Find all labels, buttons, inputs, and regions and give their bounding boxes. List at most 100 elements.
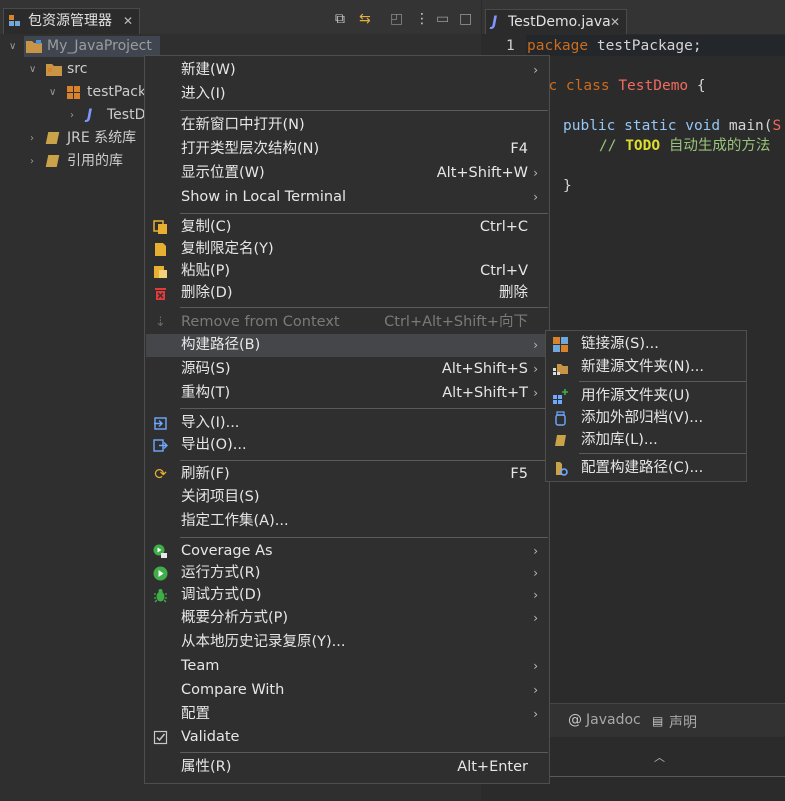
- chevron-down-icon[interactable]: ∨: [49, 82, 56, 104]
- chevron-down-icon[interactable]: ∨: [9, 36, 16, 58]
- line-number: 1: [506, 38, 515, 54]
- menu-item-go-into[interactable]: 进入(I): [146, 83, 548, 106]
- menu-item-show-in[interactable]: 显示位置(W) Alt+Shift+W ›: [146, 162, 548, 185]
- menu-item-configure[interactable]: 配置 ›: [146, 703, 548, 726]
- code-line-1[interactable]: package testPackage;: [527, 36, 702, 56]
- tree-item-project[interactable]: ∨ My_JavaProject: [0, 35, 481, 57]
- menu-item-validate[interactable]: Validate: [146, 726, 548, 749]
- submenu-item-new-source-folder[interactable]: 新建源文件夹(N)...: [547, 356, 745, 378]
- menu-separator: [180, 110, 548, 111]
- use-as-source-folder-icon: [553, 389, 568, 404]
- chevron-right-icon: ›: [533, 338, 538, 352]
- code-line-3[interactable]: lic class TestDemo {: [531, 76, 706, 96]
- close-tab-icon[interactable]: ✕: [123, 9, 133, 33]
- chevron-right-icon: ›: [533, 683, 538, 697]
- editor-tab-title: TestDemo.java: [508, 14, 611, 30]
- menu-item-delete[interactable]: 删除(D) 删除: [146, 282, 548, 305]
- submenu-item-link-source[interactable]: 链接源(S)...: [547, 333, 745, 355]
- menu-item-refactor[interactable]: 重构(T) Alt+Shift+T ›: [146, 382, 548, 405]
- tab-testdemo-java[interactable]: J TestDemo.java ✕: [485, 9, 627, 34]
- submenu-item-add-external-archives[interactable]: 添加外部归档(V)...: [547, 407, 745, 429]
- export-icon: [153, 438, 168, 453]
- menu-separator: [180, 307, 548, 308]
- package-icon: [67, 86, 80, 99]
- source-folder-icon: [46, 64, 62, 76]
- menu-item-export[interactable]: 导出(O)...: [146, 434, 548, 457]
- checkbox-icon: [153, 730, 168, 745]
- submenu-item-add-libraries[interactable]: 添加库(L)...: [547, 429, 745, 451]
- tree-label: TestD: [107, 107, 146, 123]
- code-line-5[interactable]: public static void main(S: [563, 116, 781, 136]
- code-line-6[interactable]: // TODO 自动生成的方法: [599, 136, 770, 156]
- menu-separator: [180, 213, 548, 214]
- menu-item-refresh[interactable]: ⟳ 刷新(F) F5: [146, 463, 548, 486]
- tree-label: 引用的库: [67, 153, 123, 169]
- menu-item-build-path[interactable]: 构建路径(B) ›: [146, 334, 548, 357]
- menu-item-new[interactable]: 新建(W) ›: [146, 59, 548, 82]
- chevron-right-icon: ›: [533, 63, 538, 77]
- tree-label: My_JavaProject: [47, 38, 152, 54]
- tab-declaration[interactable]: 声明: [669, 712, 697, 732]
- javadoc-at-icon: @: [568, 712, 582, 728]
- tab-package-explorer[interactable]: 包资源管理器 ✕: [3, 8, 140, 34]
- menu-item-assign-working-sets[interactable]: 指定工作集(A)...: [146, 510, 548, 533]
- menu-separator: [579, 381, 746, 382]
- chevron-right-icon[interactable]: ›: [30, 151, 34, 173]
- menu-item-open-in-new-window[interactable]: 在新窗口中打开(N): [146, 114, 548, 137]
- menu-item-team[interactable]: Team ›: [146, 655, 548, 678]
- menu-item-paste[interactable]: 粘贴(P) Ctrl+V: [146, 260, 548, 283]
- explorer-tab-title: 包资源管理器: [28, 13, 112, 29]
- copy-qualified-name-icon: [153, 242, 168, 257]
- coverage-icon: [153, 544, 168, 559]
- maximize-icon[interactable]: □: [459, 12, 472, 26]
- menu-separator: [579, 453, 746, 454]
- submenu-item-configure-build-path[interactable]: 配置构建路径(C)...: [547, 457, 745, 479]
- menu-item-close-project[interactable]: 关闭项目(S): [146, 486, 548, 509]
- menu-item-debug-as[interactable]: 调试方式(D) ›: [146, 584, 548, 607]
- menu-item-restore-from-local-history[interactable]: 从本地历史记录复原(Y)...: [146, 631, 548, 654]
- chevron-right-icon[interactable]: ›: [70, 105, 74, 127]
- chevron-up-icon[interactable]: ︿: [654, 749, 665, 765]
- chevron-right-icon: ›: [533, 707, 538, 721]
- menu-item-coverage-as[interactable]: Coverage As ›: [146, 540, 548, 563]
- view-menu-icon[interactable]: ⋮: [415, 12, 429, 26]
- context-menu: 新建(W) › 进入(I) 在新窗口中打开(N) 打开类型层次结构(N) F4 …: [144, 55, 550, 784]
- chevron-right-icon[interactable]: ›: [30, 128, 34, 150]
- link-source-icon: [553, 337, 568, 352]
- declaration-icon: ▤: [652, 714, 664, 728]
- submenu-item-use-as-source-folder[interactable]: 用作源文件夹(U): [547, 385, 745, 407]
- menu-item-profile-as[interactable]: 概要分析方式(P) ›: [146, 607, 548, 630]
- menu-separator: [180, 408, 548, 409]
- menu-item-import[interactable]: 导入(I)...: [146, 412, 548, 435]
- menu-item-remove-from-context: ⇣ Remove from Context Ctrl+Alt+Shift+向下: [146, 311, 548, 334]
- close-tab-icon[interactable]: ✕: [610, 10, 620, 34]
- java-file-icon: J: [87, 107, 93, 123]
- menu-item-show-in-local-terminal[interactable]: Show in Local Terminal ›: [146, 186, 548, 209]
- project-folder-icon: [26, 40, 42, 53]
- library-icon: [553, 433, 568, 448]
- menu-item-source[interactable]: 源码(S) Alt+Shift+S ›: [146, 358, 548, 381]
- menu-item-copy-qualified-name[interactable]: 复制限定名(Y): [146, 238, 548, 261]
- link-with-editor-icon[interactable]: ⇆: [359, 12, 371, 26]
- code-line-8[interactable]: }: [563, 176, 572, 196]
- minimize-icon[interactable]: ▭: [436, 12, 449, 26]
- library-icon: [45, 132, 60, 144]
- build-path-submenu: 链接源(S)... 新建源文件夹(N)... 用作源文件夹(U) 添加外部归档(…: [545, 330, 747, 482]
- chevron-right-icon: ›: [533, 386, 538, 400]
- menu-item-compare-with[interactable]: Compare With ›: [146, 679, 548, 702]
- chevron-down-icon[interactable]: ∨: [29, 59, 36, 81]
- package-explorer-icon: [9, 15, 20, 26]
- menu-item-run-as[interactable]: 运行方式(R) ›: [146, 562, 548, 585]
- debug-bug-icon: [153, 588, 168, 603]
- jar-icon: [553, 411, 568, 426]
- collapse-all-icon[interactable]: ⧉: [335, 12, 345, 26]
- focus-icon[interactable]: ◰: [390, 12, 403, 26]
- menu-separator: [180, 460, 548, 461]
- menu-item-copy[interactable]: 复制(C) Ctrl+C: [146, 216, 548, 239]
- menu-item-properties[interactable]: 属性(R) Alt+Enter: [146, 756, 548, 779]
- tree-label: src: [67, 61, 88, 77]
- menu-item-open-type-hierarchy[interactable]: 打开类型层次结构(N) F4: [146, 138, 548, 161]
- delete-icon: [153, 286, 168, 301]
- tab-javadoc[interactable]: Javadoc: [586, 712, 641, 728]
- editor-tab-bar: J TestDemo.java ✕: [482, 0, 785, 34]
